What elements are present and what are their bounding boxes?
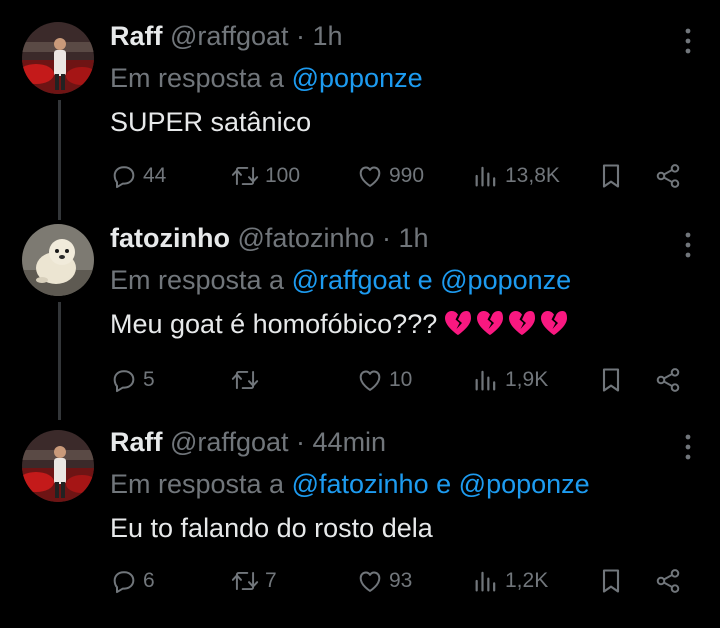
more-dots-icon[interactable] xyxy=(684,434,692,460)
retweet-button[interactable]: 7 xyxy=(230,563,277,599)
analytics-bars-icon xyxy=(475,166,496,187)
like-button[interactable]: 93 xyxy=(356,563,412,599)
reply-count: 44 xyxy=(143,164,167,187)
tweet[interactable]: Raff @raffgoat · 1h Em resposta a @popon… xyxy=(0,0,720,220)
retweet-count: 7 xyxy=(265,569,277,592)
like-count: 10 xyxy=(389,368,413,391)
reply-prefix: Em resposta a xyxy=(110,469,285,499)
more-dots-icon[interactable] xyxy=(684,28,692,54)
avatar[interactable] xyxy=(22,22,94,94)
thread-line xyxy=(58,302,61,420)
reply-button[interactable]: 44 xyxy=(110,158,166,194)
mention-joiner: e xyxy=(436,469,452,499)
reply-context: Em resposta a @raffgoat e @poponze xyxy=(110,262,700,298)
bookmark-button[interactable] xyxy=(598,158,624,194)
tweet-text-content: SUPER satânico xyxy=(110,107,312,137)
view-count: 13,8K xyxy=(505,164,560,187)
broken-heart-icon xyxy=(541,311,568,335)
share-nodes-icon xyxy=(656,164,680,188)
action-bar: 5 10 1,9K xyxy=(110,362,690,398)
heart-outline-icon xyxy=(359,166,381,187)
views-button[interactable]: 13,8K xyxy=(472,158,560,194)
mention-link[interactable]: @poponze xyxy=(459,469,590,499)
handle[interactable]: @raffgoat xyxy=(170,427,288,457)
like-button[interactable]: 990 xyxy=(356,158,424,194)
share-nodes-icon xyxy=(656,569,680,593)
views-button[interactable]: 1,9K xyxy=(472,362,548,398)
tweet[interactable]: fatozinho @fatozinho · 1h Em resposta a … xyxy=(0,206,720,420)
view-count: 1,2K xyxy=(505,569,549,592)
view-count: 1,9K xyxy=(505,368,549,391)
display-name[interactable]: Raff xyxy=(110,427,163,457)
heart-outline-icon xyxy=(359,571,381,592)
retweet-count: 100 xyxy=(265,164,301,187)
timestamp[interactable]: 1h xyxy=(313,21,343,51)
handle[interactable]: @raffgoat xyxy=(170,21,288,51)
broken-heart-icon xyxy=(477,311,504,335)
reply-count: 6 xyxy=(143,569,155,592)
like-count: 93 xyxy=(389,569,413,592)
action-bar: 6 7 93 1,2K xyxy=(110,563,690,599)
reply-button[interactable]: 6 xyxy=(110,563,155,599)
bookmark-button[interactable] xyxy=(598,362,624,398)
emoji-group xyxy=(443,309,571,346)
bookmark-icon xyxy=(602,569,620,593)
tweet-text-content: Eu to falando do rosto dela xyxy=(110,513,433,543)
avatar[interactable] xyxy=(22,224,94,296)
thread-line xyxy=(58,100,61,220)
tweet-text: Eu to falando do rosto dela xyxy=(110,510,700,546)
timestamp[interactable]: 44min xyxy=(313,427,387,457)
reply-context: Em resposta a @poponze xyxy=(110,60,700,96)
tweet-text: Meu goat é homofóbico??? xyxy=(110,306,700,346)
like-count: 990 xyxy=(389,164,425,187)
share-nodes-icon xyxy=(656,368,680,392)
tweet-text-content: Meu goat é homofóbico??? xyxy=(110,309,438,339)
handle[interactable]: @fatozinho xyxy=(238,223,375,253)
reply-context: Em resposta a @fatozinho e @poponze xyxy=(110,466,700,502)
retweet-arrows-icon xyxy=(231,166,259,186)
retweet-button[interactable]: 100 xyxy=(230,158,300,194)
timestamp[interactable]: 1h xyxy=(399,223,429,253)
reply-count: 5 xyxy=(143,368,155,391)
separator-dot: · xyxy=(382,223,392,253)
mention-joiner: e xyxy=(417,265,433,295)
display-name[interactable]: fatozinho xyxy=(110,223,230,253)
broken-heart-icon xyxy=(445,311,472,335)
separator-dot: · xyxy=(296,427,306,457)
avatar[interactable] xyxy=(22,430,94,502)
share-button[interactable] xyxy=(654,158,682,194)
tweet[interactable]: Raff @raffgoat · 44min Em resposta a @fa… xyxy=(0,410,720,616)
share-button[interactable] xyxy=(654,563,682,599)
views-button[interactable]: 1,2K xyxy=(472,563,548,599)
like-button[interactable]: 10 xyxy=(356,362,412,398)
bookmark-button[interactable] xyxy=(598,563,624,599)
broken-heart-icon xyxy=(509,311,536,335)
retweet-arrows-icon xyxy=(231,370,259,390)
share-button[interactable] xyxy=(654,362,682,398)
reply-prefix: Em resposta a xyxy=(110,265,285,295)
tweet-text: SUPER satânico xyxy=(110,104,700,140)
reply-bubble-icon xyxy=(113,370,135,393)
display-name[interactable]: Raff xyxy=(110,21,163,51)
retweet-button[interactable] xyxy=(230,362,265,398)
reply-bubble-icon xyxy=(113,571,135,594)
mention-link[interactable]: @fatozinho xyxy=(292,469,429,499)
mention-link[interactable]: @poponze xyxy=(440,265,571,295)
analytics-bars-icon xyxy=(475,571,496,592)
reply-bubble-icon xyxy=(113,166,135,189)
retweet-arrows-icon xyxy=(231,571,259,591)
reply-button[interactable]: 5 xyxy=(110,362,155,398)
heart-outline-icon xyxy=(359,370,381,391)
mention-link[interactable]: @poponze xyxy=(292,63,423,93)
action-bar: 44 100 990 13,8K xyxy=(110,158,690,194)
bookmark-icon xyxy=(602,368,620,392)
mention-link[interactable]: @raffgoat xyxy=(292,265,410,295)
analytics-bars-icon xyxy=(475,370,496,391)
separator-dot: · xyxy=(296,21,306,51)
reply-prefix: Em resposta a xyxy=(110,63,285,93)
more-dots-icon[interactable] xyxy=(684,232,692,258)
bookmark-icon xyxy=(602,164,620,188)
